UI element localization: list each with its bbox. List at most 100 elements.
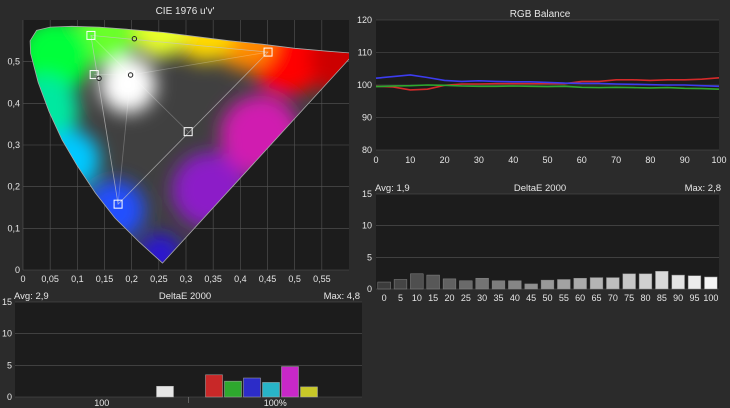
gray-bar (655, 271, 669, 290)
cie-x-tick: 0,45 (259, 274, 277, 284)
gray-bar (491, 280, 506, 290)
gray-bar (393, 279, 408, 290)
gray-x-tick: 60 (575, 293, 585, 303)
gray-x-tick: 80 (640, 293, 650, 303)
rgb-y-tick-labels: 80 90 100 110 120 (357, 15, 372, 155)
gray-bar (540, 279, 555, 290)
rgb-y-tick: 90 (362, 113, 372, 123)
gray-x-tick: 35 (493, 293, 503, 303)
color-plot-area (15, 302, 362, 397)
gray-y-tick: 5 (367, 252, 372, 262)
color-y-tick: 15 (2, 297, 12, 307)
cie-x-tick: 0,4 (234, 274, 247, 284)
gray-y-tick: 10 (362, 221, 372, 231)
cie-chart: CIE 1976 u'v' 0 0,05 0,1 0,15 0,2 0,25 0… (7, 6, 349, 284)
rgb-y-tick: 120 (357, 15, 372, 25)
cie-x-tick: 0,1 (71, 274, 84, 284)
gray-bar (606, 277, 620, 290)
cie-y-tick: 0,3 (7, 140, 20, 150)
gray-x-tick: 5 (398, 293, 403, 303)
color-bar (156, 385, 174, 398)
gray-x-tick-labels: 0 5 10 15 20 25 30 35 40 45 50 55 60 65 70 75 80 85 90 95 10… (382, 293, 719, 303)
gray-x-tick: 65 (591, 293, 601, 303)
cie-y-tick: 0,1 (7, 223, 20, 233)
cie-x-tick: 0,15 (96, 274, 114, 284)
gray-x-tick: 85 (657, 293, 667, 303)
gray-bar (377, 281, 391, 290)
gray-x-tick: 50 (542, 293, 552, 303)
gray-bar (524, 283, 538, 290)
color-group-label: 100% (264, 398, 287, 408)
rgb-y-tick: 100 (357, 80, 372, 90)
color-title: DeltaE 2000 (159, 291, 211, 302)
color-group-label: 100 (94, 398, 109, 408)
gray-bar (410, 273, 424, 290)
gray-title: DeltaE 2000 (514, 183, 566, 194)
cie-title: CIE 1976 u'v' (156, 6, 215, 17)
gray-bar (687, 275, 702, 290)
rgb-x-tick: 70 (611, 155, 621, 165)
color-avg-label: Avg: 2,9 (14, 291, 49, 302)
gray-x-tick: 100 (703, 293, 718, 303)
color-y-tick: 10 (2, 329, 12, 339)
rgb-x-tick-labels: 0 10 20 30 40 50 60 70 80 90 100 (373, 155, 726, 165)
rgb-x-tick: 10 (405, 155, 415, 165)
calibration-report: CIE 1976 u'v' 0 0,05 0,1 0,15 0,2 0,25 0… (2, 6, 727, 408)
gray-bar (704, 276, 718, 290)
color-bar (300, 386, 318, 398)
gray-x-tick: 10 (412, 293, 422, 303)
color-bar (281, 366, 299, 398)
color-max-label: Max: 4,8 (324, 291, 360, 302)
color-y-tick-labels: 0 5 10 15 (2, 297, 12, 402)
gray-bar (508, 280, 522, 290)
gray-max-label: Max: 2,8 (685, 183, 721, 194)
gray-x-tick: 15 (428, 293, 438, 303)
color-bar (243, 377, 261, 398)
gray-x-tick: 75 (624, 293, 634, 303)
gray-bar (459, 280, 473, 290)
gray-bar (589, 277, 604, 290)
gray-x-tick: 55 (559, 293, 569, 303)
cie-x-tick: 0,55 (313, 274, 331, 284)
gray-y-tick-labels: 0 5 10 15 (362, 189, 372, 294)
color-bar (224, 380, 242, 398)
rgb-title: RGB Balance (510, 9, 571, 20)
gray-y-tick: 15 (362, 189, 372, 199)
cie-y-tick: 0 (15, 265, 20, 275)
gray-x-tick: 30 (477, 293, 487, 303)
color-y-tick: 5 (7, 360, 12, 370)
gray-bar (622, 273, 636, 290)
gray-y-tick: 0 (367, 284, 372, 294)
gray-bar (573, 277, 587, 290)
gray-x-tick: 20 (444, 293, 454, 303)
cie-x-tick: 0,25 (150, 274, 168, 284)
cie-x-tick: 0,5 (288, 274, 301, 284)
rgb-balance-chart: RGB Balance 0 10 20 30 40 50 60 70 80 90 100 80 90 1… (357, 9, 727, 165)
rgb-x-tick: 30 (474, 155, 484, 165)
color-bar (205, 374, 223, 398)
gray-x-tick: 40 (510, 293, 520, 303)
gray-avg-label: Avg: 1,9 (375, 183, 410, 194)
gray-x-tick: 45 (526, 293, 536, 303)
gray-bar (475, 277, 489, 290)
cie-x-tick: 0,3 (180, 274, 193, 284)
color-group-labels: 100 100% (94, 398, 287, 408)
deltae-grayscale-chart: Avg: 1,9 DeltaE 2000 Max: 2,8 0 5 10 15 20 25… (362, 183, 721, 303)
rgb-x-tick: 20 (440, 155, 450, 165)
cie-x-tick-labels: 0 0,05 0,1 0,15 0,2 0,25 0,3 0,35 0,4 0,45 0,5 0,55 (20, 274, 330, 284)
cie-y-tick-labels: 0 0,1 0,2 0,3 0,4 0,5 (7, 57, 20, 275)
rgb-x-tick: 60 (577, 155, 587, 165)
rgb-x-tick: 0 (373, 155, 378, 165)
rgb-x-tick: 90 (680, 155, 690, 165)
rgb-y-tick: 80 (362, 145, 372, 155)
gray-x-tick: 25 (461, 293, 471, 303)
gray-x-tick: 0 (382, 293, 387, 303)
deltae-color-chart: Avg: 2,9 DeltaE 2000 Max: 4,8 100 100% 0 5… (2, 291, 362, 408)
color-bar (262, 382, 280, 398)
cie-x-tick: 0 (20, 274, 25, 284)
cie-y-tick: 0,2 (7, 182, 20, 192)
gray-x-tick: 95 (689, 293, 699, 303)
cie-y-tick: 0,5 (7, 57, 20, 67)
rgb-x-tick: 40 (508, 155, 518, 165)
gray-bar (671, 274, 685, 290)
